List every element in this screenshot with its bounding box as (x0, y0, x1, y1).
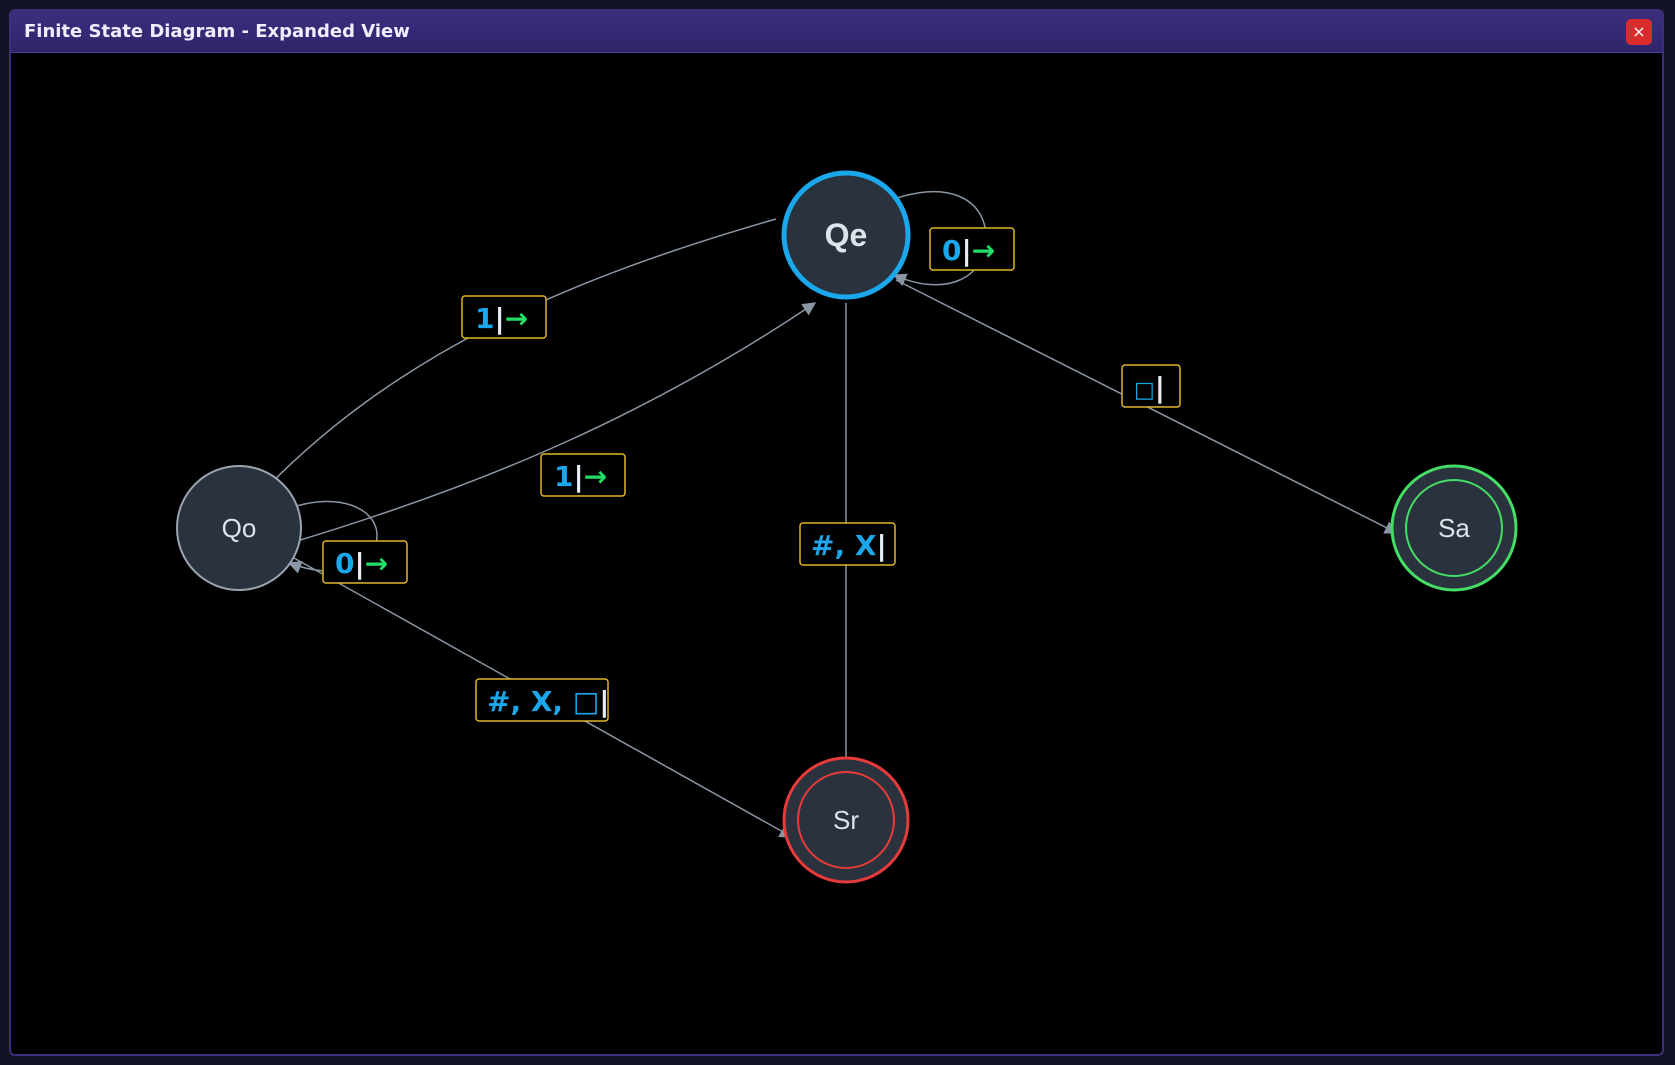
close-icon: × (1632, 22, 1646, 41)
edge-symbols: #, X, □ (487, 685, 599, 718)
state-sr[interactable]: Sr (782, 756, 910, 884)
modal-title: Finite State Diagram - Expanded View (24, 21, 410, 42)
svg-text:1|→: 1|→ (475, 302, 528, 335)
edge-symbols: □ (1134, 378, 1155, 403)
state-label-qe: Qe (825, 217, 868, 253)
state-sa[interactable]: Sa (1390, 464, 1518, 592)
diagram-modal: Finite State Diagram - Expanded View × Q… (9, 9, 1664, 1056)
edge-label-qe-sa: □| (1121, 364, 1181, 408)
edge-label-qe-self: 0|→ (929, 227, 1015, 271)
state-label-sr: Sr (833, 805, 859, 835)
edge-move: → (972, 234, 995, 267)
edge-move: → (505, 302, 528, 335)
edge-qo-qe[interactable] (286, 302, 817, 545)
edge-symbols: 0 (942, 234, 961, 267)
edge-symbols: 1 (475, 302, 494, 335)
edge-move: → (584, 460, 607, 493)
state-diagram-canvas: Qe Qo Sa Sr 0|→ 1|→ 1|→ 0|→ □| #, X| #, … (176, 170, 1518, 884)
edge-move: → (365, 547, 388, 580)
state-qo[interactable]: Qo (176, 465, 302, 591)
svg-text:1|→: 1|→ (554, 460, 607, 493)
close-button[interactable]: × (1626, 19, 1652, 45)
edge-symbols: 1 (554, 460, 573, 493)
svg-text:0|→: 0|→ (335, 547, 388, 580)
state-label-sa: Sa (1438, 513, 1470, 543)
svg-text:#, X|: #, X| (811, 529, 887, 562)
edge-qe-qo[interactable] (251, 218, 777, 504)
state-qe[interactable]: Qe (781, 170, 911, 300)
edge-symbols: 0 (335, 547, 354, 580)
edge-label-qe-sr: #, X| (799, 522, 896, 566)
edge-symbols: #, X (811, 529, 877, 562)
modal-titlebar: Finite State Diagram - Expanded View × (11, 11, 1662, 53)
edge-label-qe-qo: 1|→ (461, 295, 547, 339)
edge-label-qo-sr: #, X, □| (475, 678, 610, 722)
svg-text:0|→: 0|→ (942, 234, 995, 267)
edge-label-qo-self: 0|→ (322, 540, 408, 584)
edge-label-qo-qe: 1|→ (540, 453, 626, 497)
state-label-qo: Qo (222, 513, 257, 543)
svg-text:#, X, □|: #, X, □| (487, 685, 610, 718)
